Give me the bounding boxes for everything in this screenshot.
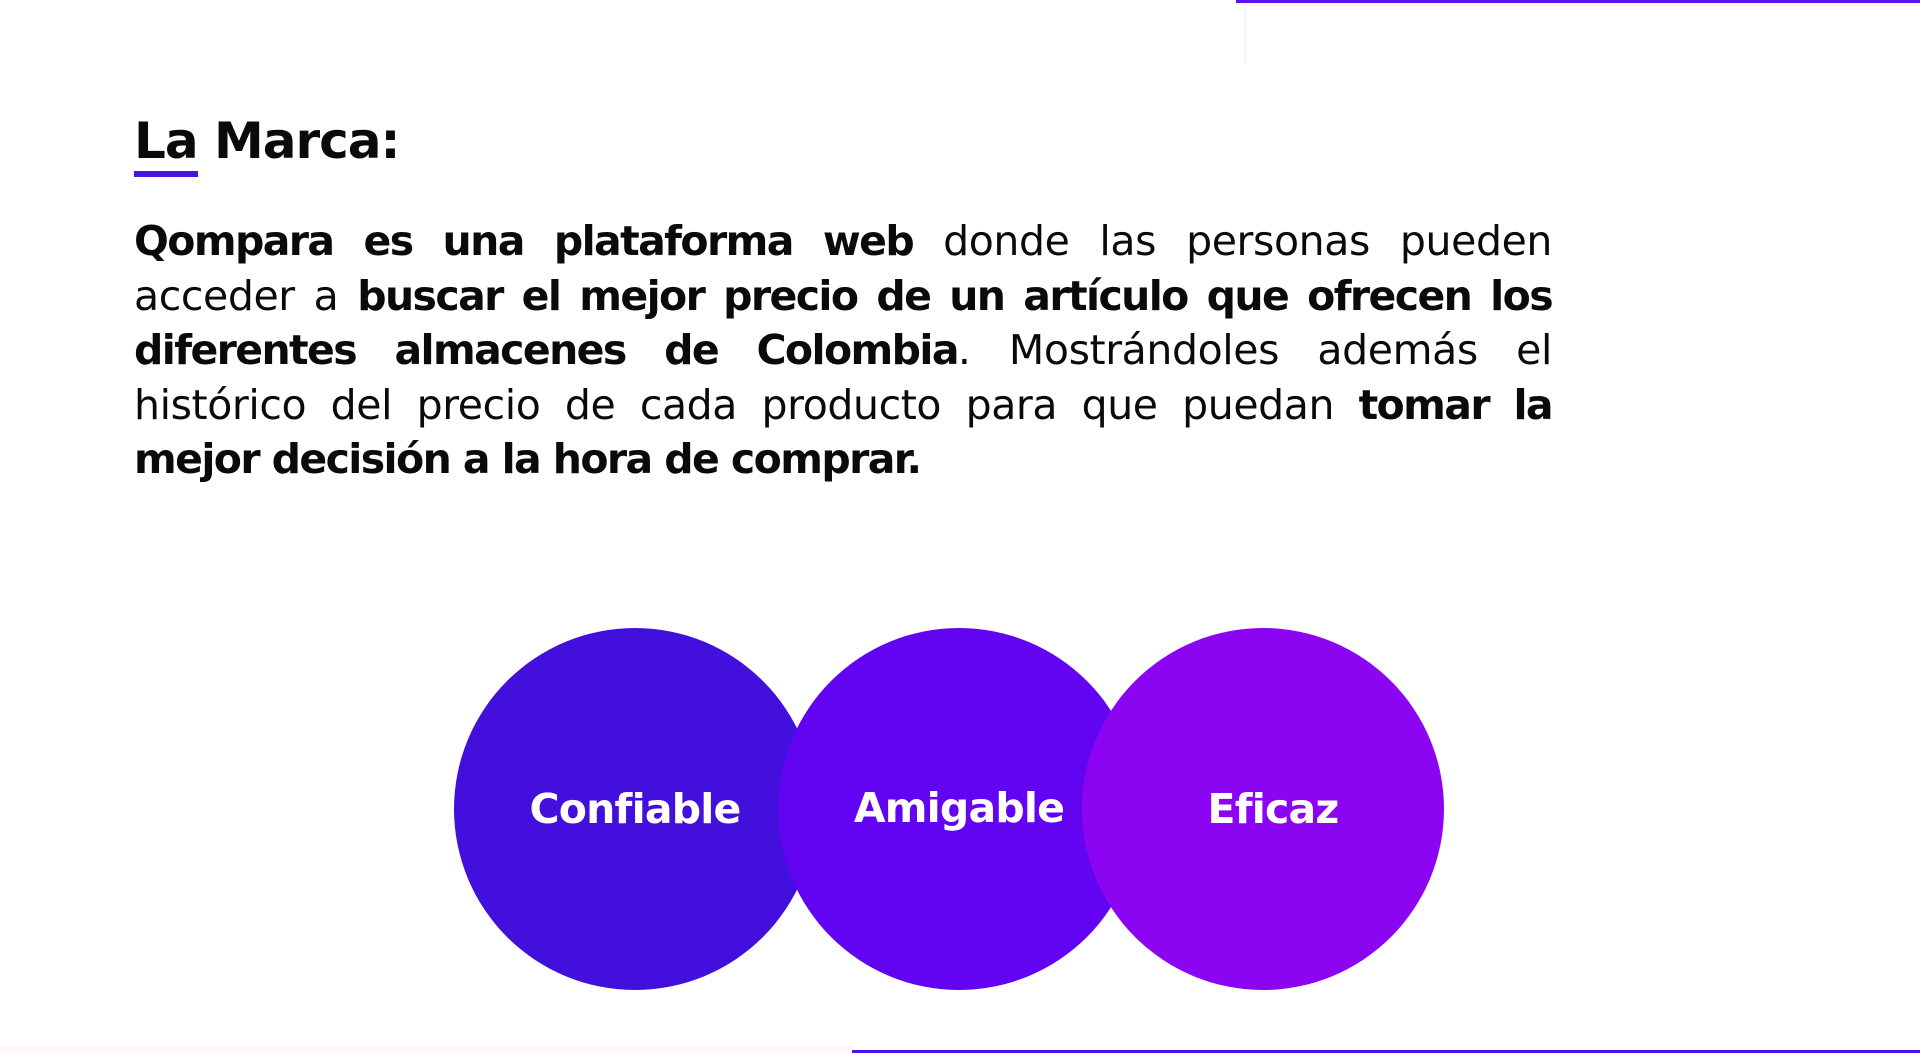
description-bold-1: Qompara es una plataforma web	[134, 217, 915, 265]
value-label-confiable: Confiable	[529, 784, 741, 833]
title-underlined-word: La	[134, 108, 199, 177]
top-accent-line	[1236, 0, 1920, 3]
title-rest: Marca:	[197, 112, 401, 170]
top-faint-divider	[1244, 6, 1246, 64]
value-circle-eficaz: Eficaz	[1082, 628, 1444, 990]
value-label-amigable: Amigable	[853, 784, 1065, 832]
brand-description: Qompara es una plataforma web donde las …	[134, 214, 1554, 487]
page-title: La Marca:	[134, 108, 401, 177]
title-underlined-text: La	[134, 112, 199, 170]
value-label-eficaz: Eficaz	[1207, 784, 1340, 833]
slide: La Marca: Qompara es una plataforma web …	[0, 0, 1920, 1053]
bottom-faint-band	[0, 1046, 852, 1053]
value-circle-confiable: Confiable	[454, 628, 816, 990]
title-underline	[134, 171, 198, 177]
